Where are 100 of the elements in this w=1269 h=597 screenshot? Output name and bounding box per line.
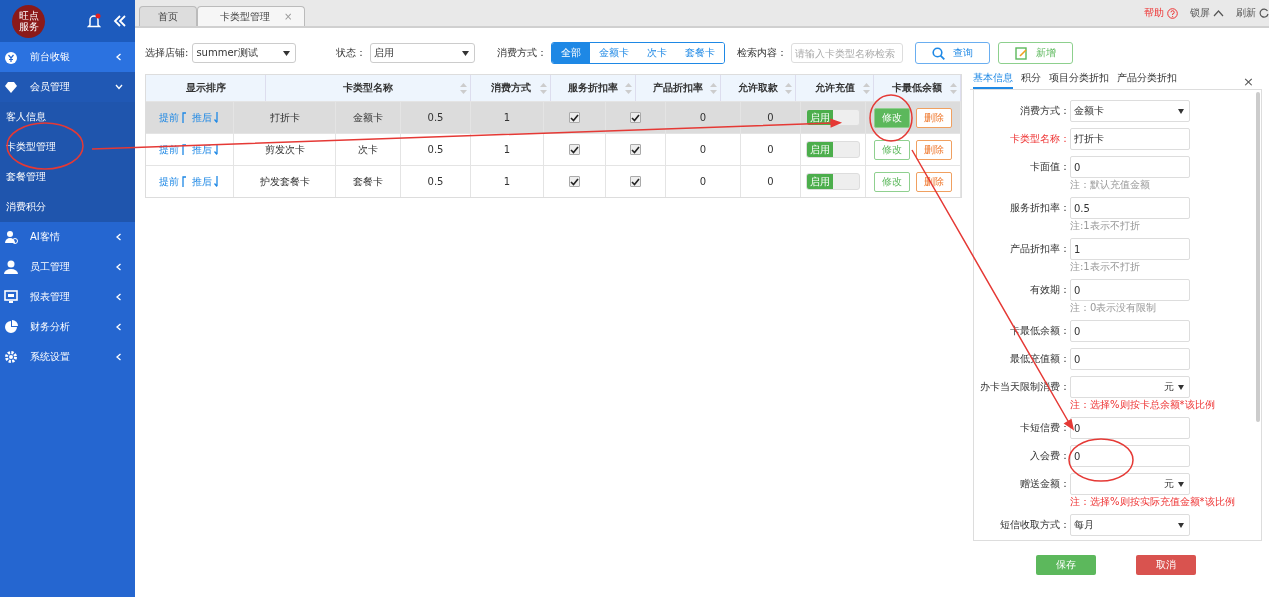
- chevron-left-icon: [115, 53, 123, 61]
- filter-label: 消费方式：: [497, 46, 548, 60]
- tab[interactable]: 项目分类折扣: [1049, 71, 1109, 89]
- move-up-link[interactable]: 提前: [159, 174, 186, 189]
- field-label: 入会费：: [1029, 449, 1070, 463]
- sort-icon: [950, 83, 957, 94]
- cancel-button[interactable]: 取消: [1136, 555, 1196, 575]
- arrow-down-icon: [214, 144, 220, 155]
- select-field[interactable]: 元: [1070, 473, 1190, 495]
- close-icon[interactable]: ×: [1243, 74, 1254, 89]
- dropdown-caret-icon: [462, 50, 470, 56]
- field-label: 赠送金额：: [1019, 477, 1070, 491]
- nav-item[interactable]: 员工管理: [0, 252, 135, 282]
- tab[interactable]: 积分: [1021, 71, 1041, 89]
- field-hint: 注：选择%则按卡总余额*该比例: [1070, 398, 1215, 411]
- field-hint: 注：0表示没有限制: [1070, 301, 1158, 314]
- tab[interactable]: 产品分类折扣: [1117, 71, 1177, 89]
- table-row[interactable]: 提前 推后 打折卡 金额卡 0.5 1 0 0 启用 修改 删除: [146, 101, 961, 133]
- help-icon: [1167, 7, 1178, 19]
- dropdown-caret-icon: [1178, 108, 1184, 114]
- submenu-item[interactable]: 消费积分: [0, 192, 135, 222]
- menu-item-icon: [4, 230, 18, 244]
- input-field[interactable]: 0.5: [1070, 197, 1190, 219]
- query-button[interactable]: 查询: [915, 42, 991, 64]
- lock-screen-link[interactable]: 锁屏: [1190, 6, 1224, 20]
- input-field[interactable]: 打折卡: [1070, 128, 1190, 150]
- chevron-down-icon: [115, 83, 123, 91]
- input-field[interactable]: 0: [1070, 348, 1190, 370]
- field-hint: 注:1表示不打折: [1070, 219, 1141, 232]
- chevron-left-icon: [115, 233, 123, 241]
- chevron-left-icon: [115, 293, 123, 301]
- table-cell: 0: [699, 176, 707, 187]
- dropdown-caret-icon: [283, 50, 291, 56]
- submenu-item[interactable]: 套餐管理: [0, 162, 135, 192]
- menu-item-icon: [4, 80, 18, 94]
- select-field[interactable]: 元: [1070, 376, 1190, 398]
- arrow-down-icon: [214, 176, 220, 187]
- scrollbar[interactable]: [1256, 92, 1260, 422]
- move-down-link[interactable]: 推后: [192, 174, 220, 189]
- table-cell: 剪发次卡: [264, 142, 305, 157]
- table-cell: 0: [699, 112, 707, 123]
- nav-item[interactable]: 财务分析: [0, 312, 135, 342]
- sort-icon: [785, 83, 792, 94]
- refresh-icon: [1259, 7, 1269, 19]
- input-field[interactable]: 0: [1070, 279, 1190, 301]
- nav-item[interactable]: 系统设置: [0, 342, 135, 372]
- table-cell: 0.5: [427, 144, 444, 155]
- tab[interactable]: 首页: [139, 6, 197, 26]
- select-field[interactable]: 每月: [1070, 514, 1190, 536]
- submenu-item[interactable]: 客人信息: [0, 102, 135, 132]
- checkbox[interactable]: [569, 144, 580, 155]
- checkbox[interactable]: [630, 144, 641, 155]
- tab[interactable]: 基本信息: [973, 71, 1013, 89]
- nav-item[interactable]: 报表管理: [0, 282, 135, 312]
- menu-item-icon: [4, 50, 18, 64]
- table-cell: 金额卡: [353, 110, 383, 125]
- annotation-circle: [869, 94, 913, 142]
- nav-item[interactable]: 会员管理: [0, 72, 135, 102]
- field-hint: 注：默认充值金额: [1070, 178, 1151, 191]
- sort-icon: [625, 83, 632, 94]
- filter-label: 选择店铺:: [145, 46, 189, 60]
- refresh-link[interactable]: 刷新: [1236, 6, 1269, 20]
- field-label: 卡短信费：: [1019, 421, 1070, 435]
- search-icon: [932, 46, 946, 60]
- dropdown-caret-icon: [1178, 384, 1184, 390]
- nav-item[interactable]: 前台收银: [0, 42, 135, 72]
- search-field[interactable]: 请输入卡类型名称检索: [791, 43, 904, 63]
- field-label: 卡类型名称：: [1009, 132, 1070, 146]
- status-select[interactable]: 启用: [370, 43, 476, 63]
- table-cell: 护发套餐卡: [259, 174, 310, 189]
- field-label: 卡面值：: [1029, 160, 1070, 174]
- table-cell: 0: [699, 144, 707, 155]
- checkbox[interactable]: [569, 112, 580, 123]
- field-hint: 注：选择%则按实际充值金额*该比例: [1070, 495, 1235, 508]
- sort-icon: [710, 83, 717, 94]
- select-field[interactable]: 金额卡: [1070, 100, 1190, 122]
- collapse-icon: [113, 14, 127, 28]
- tab[interactable]: 卡类型管理 ×: [197, 6, 306, 26]
- segment-button[interactable]: 全部: [552, 43, 591, 63]
- checkbox[interactable]: [569, 176, 580, 187]
- table-cell: 1: [503, 144, 511, 155]
- checkbox[interactable]: [630, 176, 641, 187]
- field-hint: 注:1表示不打折: [1070, 260, 1141, 273]
- field-label: 消费方式：: [1019, 104, 1070, 118]
- bell-icon: [87, 13, 101, 29]
- chevron-up-icon: [1213, 9, 1224, 17]
- sort-icon: [540, 83, 547, 94]
- input-field[interactable]: 1: [1070, 238, 1190, 260]
- table-cell: 1: [503, 112, 511, 123]
- table-cell: 0.5: [427, 112, 444, 123]
- input-field[interactable]: 0: [1070, 445, 1190, 467]
- input-field[interactable]: 0: [1070, 156, 1190, 178]
- store-select[interactable]: summer测试: [192, 43, 297, 63]
- nav-item[interactable]: AI客情: [0, 222, 135, 252]
- menu-item-icon: [4, 350, 18, 364]
- input-field[interactable]: 0: [1070, 320, 1190, 342]
- input-field[interactable]: 0: [1070, 417, 1190, 439]
- chevron-left-icon: [115, 353, 123, 361]
- menu-item-icon: [4, 290, 18, 304]
- checkbox[interactable]: [630, 112, 641, 123]
